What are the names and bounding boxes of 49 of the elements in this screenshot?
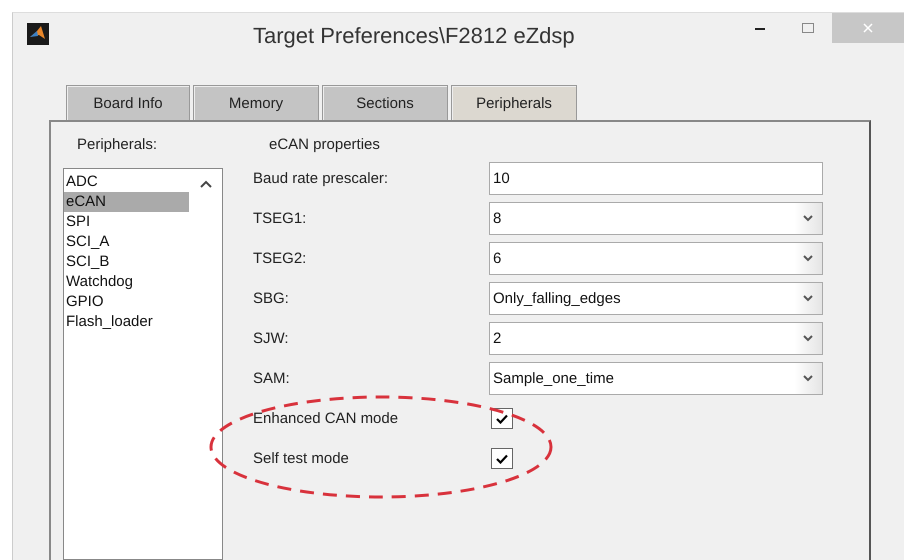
checkbox[interactable] xyxy=(491,408,513,429)
list-item[interactable]: ADC xyxy=(64,172,189,192)
chevron-down-icon xyxy=(803,295,813,302)
field-label: SBG: xyxy=(253,290,290,307)
list-item[interactable]: Flash_loader xyxy=(64,312,189,332)
field-label: Enhanced CAN mode xyxy=(253,410,400,427)
field-value: 10 xyxy=(492,170,511,187)
field-value: Only_falling_edges xyxy=(492,290,622,307)
tab[interactable]: Memory xyxy=(193,85,319,120)
dropdown[interactable]: 8 xyxy=(489,202,823,235)
peripherals-list[interactable]: ADC eCAN SPI SCI_A SCI_B Watchdog GPIO Flash_loader xyxy=(63,168,223,560)
list-item[interactable]: SPI xyxy=(64,212,189,232)
chevron-down-icon xyxy=(803,375,813,382)
window-title: Target Preferences\F2812 eZdsp xyxy=(253,23,575,49)
field-label: TSEG2: xyxy=(253,250,308,267)
tab[interactable]: Sections xyxy=(322,85,448,120)
chevron-down-icon xyxy=(803,255,813,262)
field-value: 8 xyxy=(492,210,502,227)
app-logo-icon xyxy=(27,23,49,45)
dropdown[interactable]: Only_falling_edges xyxy=(489,282,823,315)
chevron-down-icon xyxy=(803,215,813,222)
checkmark-icon xyxy=(496,454,508,464)
tab[interactable]: Peripherals xyxy=(451,85,577,120)
field-label: SJW: xyxy=(253,330,290,347)
field-label: Baud rate prescaler: xyxy=(253,170,390,187)
list-label: Peripherals: xyxy=(77,136,158,155)
scroll-up-icon[interactable] xyxy=(200,180,212,188)
field-value: Sample_one_time xyxy=(492,370,615,387)
checkbox[interactable] xyxy=(491,448,513,469)
list-item[interactable]: GPIO xyxy=(64,292,189,312)
dropdown[interactable]: Sample_one_time xyxy=(489,362,823,395)
chevron-down-icon xyxy=(803,335,813,342)
field-value: 2 xyxy=(492,330,502,347)
tab[interactable]: Board Info xyxy=(66,85,190,120)
dropdown[interactable]: 2 xyxy=(489,322,823,355)
list-item[interactable]: SCI_A xyxy=(64,232,189,252)
maximize-icon xyxy=(801,22,815,34)
field-value: 6 xyxy=(492,250,502,267)
list-item[interactable]: SCI_B xyxy=(64,252,189,272)
dropdown[interactable]: 6 xyxy=(489,242,823,275)
close-icon xyxy=(862,22,874,34)
list-item[interactable]: eCAN xyxy=(64,192,189,212)
field-label: SAM: xyxy=(253,370,291,387)
checkmark-icon xyxy=(496,414,508,424)
text-field[interactable]: 10 xyxy=(489,162,823,195)
field-label: Self test mode xyxy=(253,450,350,467)
list-item[interactable]: Watchdog xyxy=(64,272,189,292)
section-title: eCAN properties xyxy=(269,136,381,155)
field-label: TSEG1: xyxy=(253,210,308,227)
